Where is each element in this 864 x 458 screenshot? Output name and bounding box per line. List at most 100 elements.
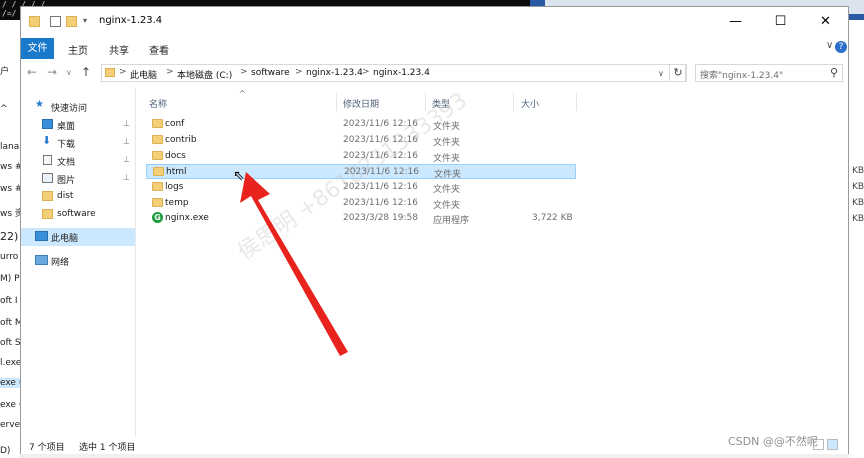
nav-item-desktop[interactable]: 桌面 ⊥ [21, 116, 135, 134]
address-bar[interactable]: > 此电脑 > 本地磁盘 (C:) > software > nginx-1.2… [101, 64, 686, 82]
column-header-date[interactable]: 修改日期 [343, 97, 379, 110]
nav-label: 文档 [57, 158, 76, 168]
pin-icon[interactable]: ⊥ [123, 137, 130, 146]
up-button[interactable]: ↑ [81, 65, 91, 79]
tab-file[interactable]: 文件 [21, 38, 54, 59]
navigation-pane: ★ 快速访问 桌面 ⊥ ⬇ 下载 ⊥ 文档 ⊥ 图片 ⊥ dist softwa… [21, 87, 136, 437]
pin-icon[interactable]: ⊥ [123, 119, 130, 128]
download-icon: ⬇ [42, 134, 52, 147]
bg-fragment: ws # [0, 162, 20, 172]
window-title: nginx-1.23.4 [99, 15, 163, 26]
background-window-left: 户 ^ lana ws # ws # ws 资 22) urro M) P of… [0, 20, 21, 458]
file-row[interactable]: contrib 2023/11/6 12:16 文件夹 [146, 133, 576, 148]
file-name: conf [165, 119, 185, 129]
nav-item-network[interactable]: 网络 [21, 252, 135, 270]
breadcrumb-separator[interactable]: > [362, 67, 370, 77]
column-divider[interactable] [336, 93, 337, 111]
quick-access-dropdown-icon[interactable]: ▾ [83, 16, 94, 27]
file-type: 文件夹 [433, 138, 461, 148]
file-name: nginx.exe [165, 213, 209, 223]
nav-label: 网络 [51, 258, 70, 268]
search-icon[interactable]: ⚲ [830, 66, 838, 79]
folder-icon [29, 16, 40, 27]
status-bar: 7 个项目 选中 1 个项目 [21, 437, 848, 454]
nav-item-documents[interactable]: 文档 ⊥ [21, 152, 135, 170]
large-icons-view-icon[interactable] [827, 439, 838, 450]
pin-icon[interactable]: ⊥ [123, 155, 130, 164]
nav-item-this-pc[interactable]: 此电脑 [21, 228, 135, 246]
nav-item-quick-access[interactable]: ★ 快速访问 [21, 98, 135, 116]
recent-locations-button[interactable]: ∨ [66, 68, 72, 77]
address-dropdown-icon[interactable]: ∨ [658, 69, 664, 78]
refresh-button[interactable]: ↻ [669, 64, 687, 82]
nav-label: 图片 [57, 176, 76, 186]
tab-view[interactable]: 查看 [149, 42, 169, 57]
nav-label: 桌面 [57, 122, 76, 132]
bg-fragment: oft I [0, 296, 18, 306]
bg-fragment: oft M [0, 318, 20, 328]
file-date: 2023/11/6 12:16 [343, 198, 418, 208]
file-name: temp [165, 198, 189, 208]
bg-fragment: exe ( [0, 378, 20, 388]
breadcrumb-separator[interactable]: > [119, 67, 127, 77]
ribbon-expand-icon[interactable]: ∨ [826, 40, 833, 51]
maximize-button[interactable]: ☐ [758, 7, 803, 37]
file-type: 文件夹 [433, 201, 461, 211]
file-row[interactable]: conf 2023/11/6 12:16 文件夹 [146, 117, 576, 132]
bg-fragment: erve [0, 420, 20, 430]
forward-button[interactable]: → [47, 65, 57, 79]
tab-share[interactable]: 共享 [109, 42, 129, 57]
minimize-button[interactable]: — [713, 7, 758, 37]
search-placeholder: 搜索"nginx-1.23.4" [700, 71, 784, 81]
column-header-size[interactable]: 大小 [521, 97, 539, 110]
folder-icon [42, 209, 53, 219]
title-bar[interactable]: ▾ nginx-1.23.4 — ☐ ✕ [21, 7, 848, 37]
breadcrumb-separator[interactable]: > [166, 67, 174, 77]
close-button[interactable]: ✕ [803, 7, 848, 37]
bg-fragment: l.exe [0, 358, 20, 368]
nav-item-dist[interactable]: dist [21, 188, 135, 206]
file-row[interactable]: temp 2023/11/6 12:16 文件夹 [146, 196, 576, 211]
properties-icon[interactable] [50, 16, 61, 27]
nav-item-downloads[interactable]: ⬇ 下载 ⊥ [21, 134, 135, 152]
back-button[interactable]: ← [27, 65, 37, 79]
folder-icon [152, 135, 163, 144]
bg-fragment: M) P [0, 274, 20, 284]
folder-icon [152, 151, 163, 160]
nginx-exe-icon: G [152, 212, 163, 223]
nav-item-pictures[interactable]: 图片 ⊥ [21, 170, 135, 188]
nav-item-software[interactable]: software [21, 206, 135, 224]
bg-right-fragment: KB [852, 198, 864, 208]
file-type: 应用程序 [433, 216, 470, 226]
picture-icon [42, 173, 53, 183]
help-icon[interactable]: ? [835, 41, 847, 53]
breadcrumb-nginx-parent[interactable]: nginx-1.23.4 [306, 68, 363, 78]
nav-label: 快速访问 [51, 104, 88, 114]
tab-home[interactable]: 主页 [68, 42, 88, 57]
column-header-name[interactable]: 名称 [149, 97, 167, 110]
breadcrumb-separator[interactable]: > [295, 67, 303, 77]
folder-icon [153, 167, 164, 176]
bg-fragment: lana [0, 142, 20, 152]
selected-count: 选中 1 个项目 [79, 443, 136, 453]
new-folder-icon[interactable] [66, 16, 77, 27]
pin-icon[interactable]: ⊥ [123, 173, 130, 182]
nav-label: 下载 [57, 140, 76, 150]
background-window-right [849, 20, 864, 458]
column-divider[interactable] [513, 93, 514, 111]
search-box[interactable]: 搜索"nginx-1.23.4" ⚲ [695, 64, 843, 82]
column-divider[interactable] [576, 93, 577, 111]
breadcrumb-this-pc[interactable]: 此电脑 [130, 68, 157, 81]
file-row[interactable]: G nginx.exe 2023/3/28 19:58 应用程序 3,722 K… [146, 211, 576, 226]
bg-fragment: ^ [0, 104, 8, 114]
file-name: logs [165, 182, 184, 192]
explorer-window: ▾ nginx-1.23.4 — ☐ ✕ 文件 主页 共享 查看 ∨ ? ← →… [20, 6, 849, 454]
bg-fragment: ws # [0, 184, 20, 194]
breadcrumb-nginx-current[interactable]: nginx-1.23.4 [373, 68, 430, 78]
item-count: 7 个项目 [29, 443, 65, 453]
breadcrumb-separator[interactable]: > [240, 67, 248, 77]
nav-label: dist [57, 191, 74, 201]
breadcrumb-software[interactable]: software [251, 68, 290, 78]
breadcrumb-local-disk[interactable]: 本地磁盘 (C:) [177, 68, 232, 81]
computer-icon [35, 231, 48, 241]
